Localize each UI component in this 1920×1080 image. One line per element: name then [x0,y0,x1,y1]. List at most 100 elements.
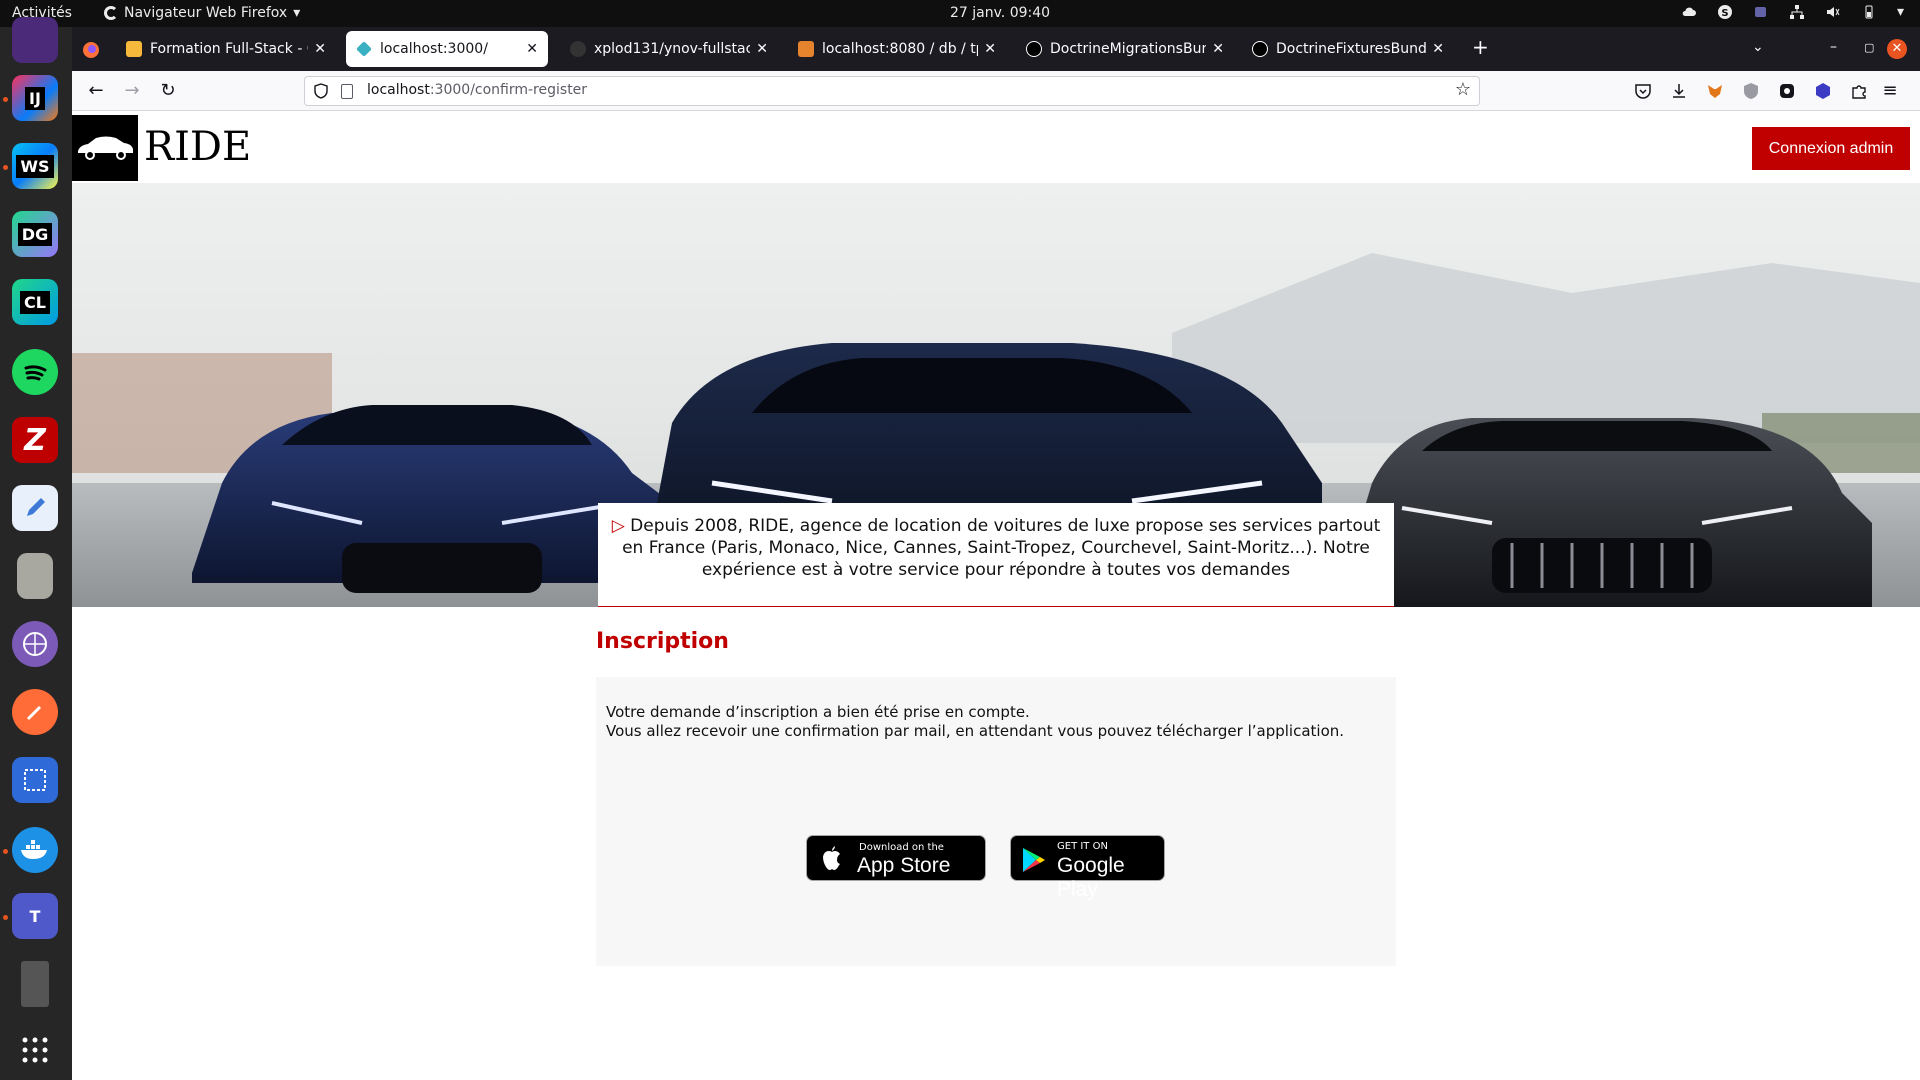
whale-icon [21,840,47,859]
car-logo-icon [78,136,133,160]
page-info-icon[interactable] [341,84,353,99]
navigation-bar: ← → ↻ localhost:3000/confirm-register ☆ … [72,71,1920,111]
extension-cube-icon[interactable] [1814,82,1832,100]
usb-drive-icon[interactable] [17,553,53,599]
symfony-icon [1026,41,1042,57]
teams-tray-icon[interactable] [1753,4,1769,20]
firefox-icon [104,6,118,20]
docker-icon[interactable] [12,827,58,873]
diamond-icon [356,41,372,57]
screenshot-icon[interactable] [12,757,58,803]
url-bar[interactable]: localhost:3000/confirm-register ☆ [304,76,1480,106]
dock-app-top-icon[interactable] [12,17,58,63]
app-store-button[interactable]: Download on the App Store [806,835,986,881]
minimize-icon[interactable]: – [1830,39,1837,55]
datagrip-icon[interactable]: DG [12,211,58,257]
metamask-icon[interactable] [1706,82,1724,100]
url-text[interactable]: localhost:3000/confirm-register [367,82,587,98]
downloads-icon[interactable] [1670,82,1688,100]
clock[interactable]: 27 janv. 09:40 [950,5,1050,21]
intellij-icon[interactable]: IJ [12,75,58,121]
text-editor-icon[interactable] [12,485,58,531]
confirmation-message-line-2: Vous allez recevoir une confirmation par… [606,722,1345,740]
system-top-bar: Activités Navigateur Web Firefox ▾ 27 ja… [0,0,1920,27]
play-triangle-icon: ▷ [611,516,625,536]
tab-github[interactable]: xplod131/ynov-fullstack- ✕ [560,31,778,67]
running-indicator [3,97,8,102]
pencil-icon [27,498,45,516]
site-header: RIDE Connexion admin [72,111,1920,183]
selection-icon [24,769,46,791]
tab-doctrine-migrations[interactable]: DoctrineMigrationsBund ✕ [1016,31,1234,67]
close-tab-icon[interactable]: ✕ [984,41,996,57]
spotify-icon[interactable] [12,349,58,395]
running-indicator [3,165,8,170]
tab-phpmyadmin[interactable]: localhost:8080 / db / tp-a ✕ [788,31,1006,67]
running-indicator [3,915,8,920]
clion-icon[interactable]: CL [12,279,58,325]
network-icon[interactable] [1789,4,1805,20]
firefox-view-icon[interactable] [82,41,100,59]
app-menu[interactable]: Navigateur Web Firefox ▾ [104,5,300,21]
tab-localhost-3000[interactable]: localhost:3000/ ✕ [346,31,548,67]
globe-icon [23,632,47,656]
dock: IJ WS DG CL Z teamsT [0,17,72,1080]
hamburger-menu-icon[interactable]: ≡ [1878,79,1902,103]
close-tab-icon[interactable]: ✕ [526,41,538,57]
reload-button[interactable]: ↻ [156,79,180,103]
close-tab-icon[interactable]: ✕ [1432,41,1444,57]
skype-icon[interactable]: S [1717,4,1733,20]
webstorm-icon[interactable]: WS [12,143,58,189]
bookmark-star-icon[interactable]: ☆ [1455,79,1471,100]
window-close-button[interactable]: ✕ [1887,39,1907,59]
close-tab-icon[interactable]: ✕ [1212,41,1224,57]
intro-text-box: ▷ Depuis 2008, RIDE, agence de location … [598,503,1394,607]
show-apps-icon[interactable] [12,1027,58,1073]
google-play-button[interactable]: GET IT ON Google Play [1010,835,1165,901]
privacy-badger-icon[interactable] [1742,82,1760,100]
maximize-icon[interactable]: ▢ [1864,41,1874,54]
extensions-puzzle-icon[interactable] [1850,82,1868,100]
symfony-icon [1252,41,1268,57]
teams-icon[interactable]: teamsT [12,893,58,939]
app-menu-label: Navigateur Web Firefox [124,5,288,21]
confirmation-panel: Votre demande d’inscription a bien été p… [596,677,1396,966]
pocket-icon[interactable] [1634,82,1652,100]
tab-formation[interactable]: Formation Full-Stack - Go ✕ [116,31,336,67]
svg-text:S: S [1721,8,1728,19]
disk-icon[interactable] [21,961,49,1007]
site-brand[interactable]: RIDE [144,124,251,170]
forward-button[interactable]: → [120,79,144,103]
confirmation-message-line-1: Votre demande d’inscription a bien été p… [606,703,1030,721]
tracking-shield-icon[interactable] [313,83,329,99]
battery-icon[interactable] [1861,4,1877,20]
postman-icon[interactable] [12,689,58,735]
filezilla-icon[interactable]: Z [12,417,58,463]
new-tab-button[interactable]: + [1472,35,1489,59]
admin-login-button[interactable]: Connexion admin [1752,127,1910,170]
close-tab-icon[interactable]: ✕ [314,41,326,57]
intro-text: Depuis 2008, RIDE, agence de location de… [622,516,1381,580]
pma-icon [798,41,814,57]
ride-logo[interactable] [72,115,138,181]
list-all-tabs-icon[interactable]: ⌄ [1752,39,1764,55]
github-icon [570,41,586,57]
doc-icon [126,41,142,57]
power-menu-chevron-icon[interactable]: ▾ [1897,4,1904,20]
cloud-icon[interactable] [1681,4,1697,20]
running-indicator [3,849,8,854]
back-button[interactable]: ← [84,79,108,103]
chevron-down-icon: ▾ [293,5,301,21]
spotify-waves-icon [24,365,47,381]
extension-sync-icon[interactable] [1778,82,1796,100]
web-app-icon[interactable] [12,621,58,667]
close-tab-icon[interactable]: ✕ [756,41,768,57]
rocket-icon [26,705,42,721]
tab-doctrine-fixtures[interactable]: DoctrineFixturesBundle ✕ [1242,31,1454,67]
grid-icon [22,1037,48,1063]
google-play-icon [1023,848,1045,872]
page-title: Inscription [596,629,729,654]
system-tray: S ▾ [1681,4,1904,20]
volume-icon[interactable] [1825,4,1841,20]
web-page: RIDE Connexion admin ▷ Depuis 2008, RIDE… [72,111,1920,1080]
